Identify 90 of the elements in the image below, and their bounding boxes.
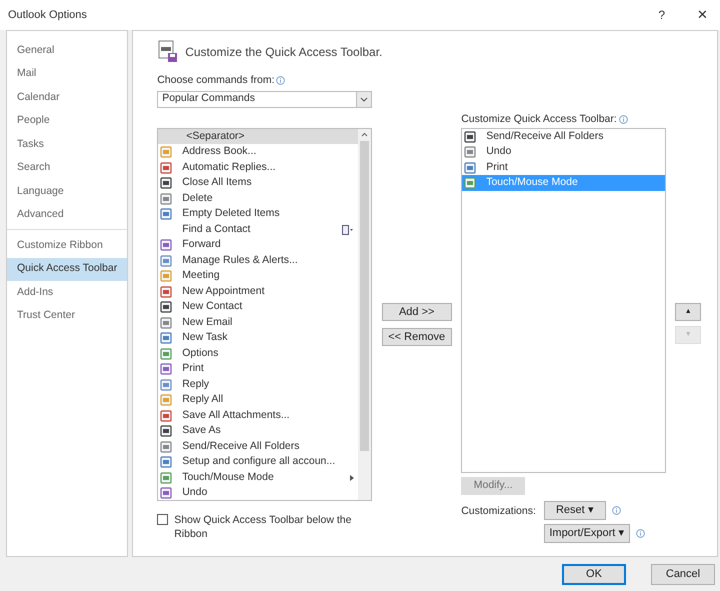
- command-item[interactable]: New Task: [158, 330, 358, 346]
- command-item[interactable]: Manage Rules & Alerts...: [158, 252, 358, 268]
- command-icon: [160, 239, 172, 251]
- command-icon: [160, 394, 172, 406]
- window-title: Outlook Options: [8, 8, 87, 23]
- command-item[interactable]: Reply All: [158, 392, 358, 408]
- field-dropdown-icon: [342, 224, 354, 234]
- sidebar-item[interactable]: Mail: [7, 62, 128, 86]
- help-button[interactable]: ?: [658, 6, 665, 24]
- toolbar-save-icon: [157, 40, 180, 64]
- submenu-arrow-icon: [350, 474, 354, 480]
- sidebar-item[interactable]: Add-Ins: [7, 281, 128, 304]
- command-icon: [160, 316, 172, 328]
- command-icon: [160, 270, 172, 282]
- command-item[interactable]: Touch/Mouse Mode: [158, 470, 358, 486]
- command-item[interactable]: Automatic Replies...: [158, 160, 358, 176]
- toolbar-item[interactable]: Print: [462, 160, 666, 176]
- command-icon: [160, 378, 172, 390]
- command-icon: [160, 254, 172, 266]
- sidebar-item[interactable]: Calendar: [7, 86, 128, 110]
- command-item[interactable]: Save All Attachments...: [158, 408, 358, 424]
- command-item[interactable]: Find a Contact: [158, 222, 358, 238]
- close-button[interactable]: ✕: [697, 5, 708, 25]
- sidebar-item[interactable]: Tasks: [7, 133, 128, 156]
- info-icon: [612, 506, 621, 515]
- command-icon: [160, 286, 172, 298]
- command-item[interactable]: New Appointment: [158, 284, 358, 300]
- command-item[interactable]: Meeting: [158, 268, 358, 284]
- customizations-label: Customizations:: [461, 504, 536, 519]
- command-icon: [160, 348, 172, 360]
- chevron-icon: [360, 96, 368, 102]
- sidebar-item[interactable]: Trust Center: [7, 304, 128, 328]
- command-item[interactable]: Undo: [158, 485, 358, 500]
- dialog-button[interactable]: Cancel: [651, 564, 715, 584]
- command-icon: [160, 192, 172, 204]
- command-item[interactable]: Delete: [158, 190, 358, 206]
- command-item[interactable]: Print: [158, 361, 358, 377]
- sidebar-item[interactable]: Customize Ribbon: [7, 234, 128, 258]
- toolbar-item[interactable]: Undo: [462, 144, 666, 160]
- remove-button[interactable]: << Remove: [382, 328, 452, 346]
- command-icon: [160, 456, 172, 468]
- info-icon: [618, 115, 628, 124]
- commands-dropdown[interactable]: Popular Commands: [157, 90, 372, 108]
- reset-button[interactable]: Reset ▾: [544, 500, 606, 520]
- command-icon: [160, 177, 172, 189]
- command-item[interactable]: Close All Items: [158, 175, 358, 191]
- info-icon: [276, 76, 286, 86]
- command-item[interactable]: New Contact: [158, 299, 358, 315]
- command-icon: [160, 332, 172, 344]
- sidebar-item[interactable]: General: [7, 39, 128, 62]
- sidebar-item[interactable]: Advanced: [7, 204, 128, 227]
- command-icon: [160, 440, 172, 452]
- command-item[interactable]: Address Book...: [158, 144, 358, 160]
- command-icon: [160, 363, 172, 375]
- scroll-thumb[interactable]: [360, 140, 370, 451]
- command-item[interactable]: New Email: [158, 314, 358, 330]
- import-export-button[interactable]: Import/Export ▾: [544, 524, 630, 543]
- command-item[interactable]: Empty Deleted Items: [158, 206, 358, 222]
- sidebar-item[interactable]: People: [7, 110, 128, 133]
- checkbox[interactable]: [157, 514, 168, 525]
- command-icon: [160, 487, 172, 499]
- section-heading: Customize the Quick Access Toolbar.: [185, 44, 382, 61]
- command-item[interactable]: <Separator>: [158, 128, 358, 144]
- command-icon: [464, 162, 476, 174]
- add-button[interactable]: Add >>: [382, 302, 452, 321]
- command-item[interactable]: Options: [158, 346, 358, 362]
- toolbar-list-label: Customize Quick Access Toolbar:: [461, 112, 666, 128]
- command-icon: [160, 146, 172, 158]
- command-icon: [160, 410, 172, 422]
- command-item[interactable]: Send/Receive All Folders: [158, 438, 358, 454]
- sidebar-item[interactable]: Quick Access Toolbar: [7, 258, 128, 281]
- command-icon: [160, 301, 172, 313]
- command-icon: [464, 130, 476, 142]
- command-icon: [464, 146, 476, 158]
- dialog-button[interactable]: OK: [562, 564, 626, 584]
- command-item[interactable]: Reply: [158, 376, 358, 392]
- command-icon: [160, 472, 172, 484]
- command-item[interactable]: Setup and configure all accoun...: [158, 454, 358, 470]
- command-item[interactable]: Forward: [158, 237, 358, 253]
- command-item[interactable]: Save As: [158, 423, 358, 439]
- sidebar-item[interactable]: Language: [7, 180, 128, 204]
- command-icon: [464, 177, 476, 189]
- toolbar-item[interactable]: Send/Receive All Folders: [462, 128, 666, 144]
- checkbox-label: Show Quick Access Toolbar below the Ribbon: [174, 512, 352, 541]
- sidebar-item[interactable]: Search: [7, 156, 128, 180]
- command-icon: [160, 425, 172, 437]
- command-icon: [160, 208, 172, 220]
- command-icon: [160, 162, 172, 174]
- info-icon: [636, 528, 645, 538]
- choose-label: Choose commands from:: [157, 73, 702, 89]
